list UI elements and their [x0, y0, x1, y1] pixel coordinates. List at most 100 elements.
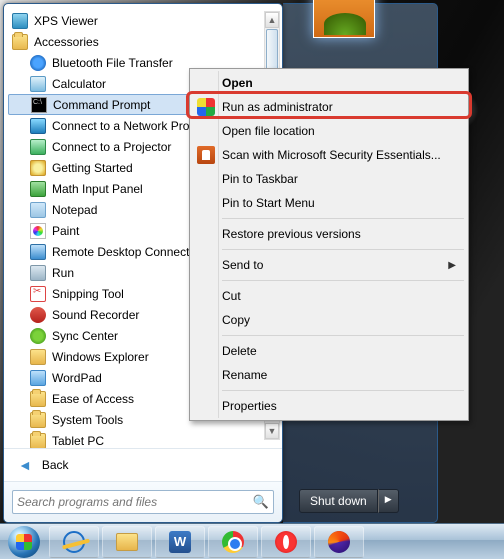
context-separator [222, 218, 464, 219]
context-copy[interactable]: Copy [192, 308, 466, 332]
program-label: Tablet PC [52, 434, 104, 448]
search-icon[interactable]: 🔍 [253, 494, 269, 510]
context-item-label: Properties [222, 399, 277, 413]
shutdown-button[interactable]: Shut down [299, 489, 378, 513]
scroll-up-button[interactable]: ▲ [265, 12, 279, 28]
back-label: Back [42, 458, 69, 472]
program-label: Sound Recorder [52, 308, 139, 322]
program-label: Command Prompt [53, 98, 150, 112]
taskbar-opera[interactable] [261, 526, 311, 558]
folder-icon [30, 391, 46, 407]
program-label: Getting Started [52, 161, 133, 175]
program-label: Math Input Panel [52, 182, 143, 196]
shutdown-group: Shut down ▶ [299, 489, 399, 513]
wpad-icon [30, 370, 46, 386]
program-label: Accessories [34, 35, 99, 49]
search-box[interactable]: 🔍 [12, 490, 274, 514]
snd-icon [30, 307, 46, 323]
user-avatar[interactable] [313, 0, 375, 38]
math-icon [30, 181, 46, 197]
back-arrow-icon: ◄ [18, 457, 32, 473]
back-button[interactable]: ◄ Back [4, 448, 282, 481]
folder-tablet-pc[interactable]: Tablet PC [8, 430, 280, 448]
context-open-file-location[interactable]: Open file location [192, 119, 466, 143]
program-xps-viewer[interactable]: XPS Viewer [8, 10, 280, 31]
chrome-icon [222, 531, 244, 553]
search-area: 🔍 [4, 481, 282, 522]
context-item-label: Cut [222, 289, 241, 303]
xps-icon [12, 13, 28, 29]
context-separator [222, 249, 464, 250]
snip-icon [30, 286, 46, 302]
mse-icon [197, 146, 215, 164]
program-label: Snipping Tool [52, 287, 124, 301]
context-restore-previous-versions[interactable]: Restore previous versions [192, 222, 466, 246]
folder-icon [30, 412, 46, 428]
context-pin-to-taskbar[interactable]: Pin to Taskbar [192, 167, 466, 191]
bt-icon [30, 55, 46, 71]
context-send-to[interactable]: Send to ▶ [192, 253, 466, 277]
context-run-as-administrator[interactable]: Run as administrator [192, 95, 466, 119]
program-label: Notepad [52, 203, 97, 217]
search-input[interactable] [17, 495, 253, 509]
ie-icon [63, 531, 85, 553]
context-item-label: Rename [222, 368, 267, 382]
context-rename[interactable]: Rename [192, 363, 466, 387]
program-label: Windows Explorer [52, 350, 149, 364]
context-properties[interactable]: Properties [192, 394, 466, 418]
context-item-label: Run as administrator [222, 100, 333, 114]
scroll-down-button[interactable]: ▼ [265, 423, 279, 439]
context-item-label: Delete [222, 344, 257, 358]
shutdown-options-button[interactable]: ▶ [378, 489, 399, 513]
program-label: Run [52, 266, 74, 280]
program-label: Connect to a Projector [52, 140, 171, 154]
exp-icon [30, 349, 46, 365]
context-item-label: Copy [222, 313, 250, 327]
windows-orb-icon [8, 526, 40, 558]
taskbar-ie[interactable] [49, 526, 99, 558]
run-icon [30, 265, 46, 281]
context-separator [222, 390, 464, 391]
sync-icon [30, 328, 46, 344]
context-pin-to-start-menu[interactable]: Pin to Start Menu [192, 191, 466, 215]
word-icon: W [169, 531, 191, 553]
context-open[interactable]: Open [192, 71, 466, 95]
program-label: Calculator [52, 77, 106, 91]
taskbar-word[interactable]: W [155, 526, 205, 558]
start-button[interactable] [2, 526, 46, 558]
submenu-arrow-icon: ▶ [448, 260, 456, 271]
program-label: Paint [52, 224, 79, 238]
program-label: Sync Center [52, 329, 118, 343]
program-label: Ease of Access [52, 392, 134, 406]
taskbar-chrome[interactable] [208, 526, 258, 558]
program-label: Bluetooth File Transfer [52, 56, 173, 70]
context-cut[interactable]: Cut [192, 284, 466, 308]
netp-icon [30, 118, 46, 134]
rdc-icon [30, 244, 46, 260]
context-delete[interactable]: Delete [192, 339, 466, 363]
context-scan-with-microsoft-security-essentials-[interactable]: Scan with Microsoft Security Essentials.… [192, 143, 466, 167]
context-item-label: Pin to Start Menu [222, 196, 315, 210]
firefox-icon [328, 531, 350, 553]
gs-icon [30, 160, 46, 176]
context-item-label: Open [222, 76, 253, 90]
program-label: WordPad [52, 371, 102, 385]
proj-icon [30, 139, 46, 155]
taskbar-explorer[interactable] [102, 526, 152, 558]
paint-icon [30, 223, 46, 239]
program-label: Connect to a Network Pro [52, 119, 189, 133]
taskbar-firefox[interactable] [314, 526, 364, 558]
context-item-label: Pin to Taskbar [222, 172, 298, 186]
notepad-icon [30, 202, 46, 218]
explorer-icon [116, 533, 138, 551]
context-item-label: Open file location [222, 124, 315, 138]
folder-icon [12, 34, 28, 50]
context-separator [222, 280, 464, 281]
context-item-label: Scan with Microsoft Security Essentials.… [222, 148, 441, 162]
program-label: System Tools [52, 413, 123, 427]
shield-icon [197, 98, 215, 116]
program-label: XPS Viewer [34, 14, 98, 28]
context-item-label: Send to [222, 258, 263, 272]
folder-accessories[interactable]: Accessories [8, 31, 280, 52]
context-item-label: Restore previous versions [222, 227, 361, 241]
